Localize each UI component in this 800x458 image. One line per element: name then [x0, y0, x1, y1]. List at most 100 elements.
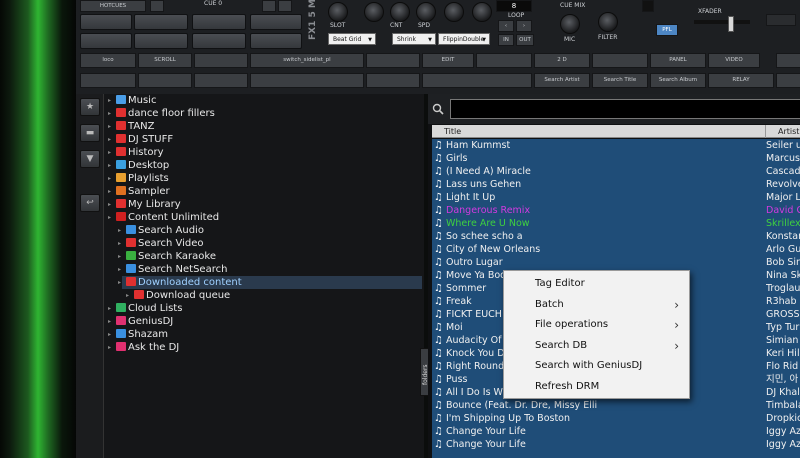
expand-icon[interactable]: ▸: [108, 159, 116, 172]
deck-toggle[interactable]: [642, 0, 654, 12]
sidebar-back-button[interactable]: ↩: [80, 194, 100, 212]
hotcues-toggle[interactable]: [150, 0, 164, 12]
toolbar-button-6[interactable]: EDIT: [422, 53, 474, 68]
tree-node[interactable]: ▸ My Library: [108, 198, 181, 211]
table-row[interactable]: ♫ Bounce (Feat. Dr. Dre, Missy Elli Timbal…: [432, 399, 800, 412]
toolbar-button-11[interactable]: VIDEO: [708, 53, 760, 68]
table-row[interactable]: ♫ Lass uns Gehen Revolve: [432, 178, 800, 191]
tree-node[interactable]: ▸ DJ STUFF: [108, 133, 173, 146]
filter-knob[interactable]: [598, 12, 618, 32]
table-row[interactable]: ♫(I Need A) Miracle Cascada: [432, 165, 800, 178]
spd-knob[interactable]: [416, 2, 436, 22]
table-row[interactable]: ♫ Change Your Life Iggy Az: [432, 438, 800, 451]
table-row[interactable]: ♫ I'm Shipping Up To Boston Dropkic: [432, 412, 800, 425]
toolbar2-button-1[interactable]: [80, 73, 136, 88]
table-row[interactable]: ♫ Outro Lugar Bob Sin: [432, 256, 800, 269]
toolbar-button-12[interactable]: [776, 53, 800, 68]
table-row[interactable]: ♫Dangerous Remix David G: [432, 204, 800, 217]
toolbar2-button-3[interactable]: [194, 73, 248, 88]
toolbar2-button-2[interactable]: [138, 73, 192, 88]
loop-double-button[interactable]: ›: [516, 20, 532, 32]
column-title[interactable]: Title: [432, 125, 766, 138]
sidebar-star-button[interactable]: ★: [80, 98, 100, 116]
pfl-button[interactable]: PFL: [656, 24, 678, 36]
tree-node[interactable]: ▸ GeniusDJ: [108, 315, 173, 328]
tree-node[interactable]: ▸ Music: [108, 94, 156, 107]
pad-6[interactable]: [134, 33, 188, 49]
pad-2[interactable]: [134, 14, 188, 30]
toolbar-button-2[interactable]: SCROLL: [138, 53, 192, 68]
pad-1[interactable]: [80, 14, 132, 30]
pad-8[interactable]: [250, 33, 302, 49]
tree-node[interactable]: ▸ Sampler: [108, 185, 170, 198]
expand-icon[interactable]: ▸: [118, 237, 126, 250]
toolbar2-button-11[interactable]: [776, 73, 800, 88]
toolbar2-button-9[interactable]: Search Album: [650, 73, 706, 88]
menu-item-refresh-drm[interactable]: Refresh DRM: [504, 377, 689, 397]
table-row[interactable]: ♫ Change Your Life Iggy Az: [432, 425, 800, 438]
search-input[interactable]: [450, 99, 800, 119]
table-row[interactable]: ♫ Ham Kummst Seiler u: [432, 139, 800, 152]
tree-node[interactable]: ▸ Cloud Lists: [108, 302, 182, 315]
toolbar2-button-5[interactable]: [366, 73, 420, 88]
expand-icon[interactable]: ▸: [118, 263, 126, 276]
expand-icon[interactable]: ▸: [108, 146, 116, 159]
tree-node[interactable]: ▸ Desktop: [108, 159, 169, 172]
table-row[interactable]: ♫ Light It Up Major L: [432, 191, 800, 204]
column-artist[interactable]: Artist: [766, 125, 800, 138]
menu-item-search-db[interactable]: Search DB ›: [504, 336, 689, 356]
menu-item-batch[interactable]: Batch ›: [504, 295, 689, 315]
menu-item-file-operations[interactable]: File operations ›: [504, 315, 689, 335]
toolbar-button-8[interactable]: 2 D: [534, 53, 590, 68]
toolbar-button-1[interactable]: loco: [80, 53, 136, 68]
tree-node[interactable]: ▸ History: [108, 146, 164, 159]
tree-node[interactable]: ▸ Search Karaoke: [118, 250, 216, 263]
toolbar2-button-8[interactable]: Search Title: [592, 73, 648, 88]
tree-node[interactable]: ▸ dance floor fillers: [108, 107, 215, 120]
loop-out-button[interactable]: OUT: [516, 34, 534, 46]
sidebar-filter-button[interactable]: ▼: [80, 150, 100, 168]
pad-5[interactable]: [80, 33, 132, 49]
expand-icon[interactable]: ▸: [118, 224, 126, 237]
menu-item-tag-editor[interactable]: Tag Editor: [504, 274, 689, 294]
xfader-handle[interactable]: [728, 16, 734, 32]
expand-icon[interactable]: ▸: [108, 94, 116, 107]
toolbar-button-5[interactable]: [366, 53, 420, 68]
table-row[interactable]: ♫ Girls Marcus: [432, 152, 800, 165]
sidebar-monitor-button[interactable]: ▬: [80, 124, 100, 142]
effect-dropdown-1[interactable]: Beat Grid: [328, 33, 376, 46]
toolbar-button-10[interactable]: PANEL: [650, 53, 706, 68]
toolbar-button-7[interactable]: [476, 53, 532, 68]
tree-node[interactable]: ▸ Content Unlimited: [108, 211, 219, 224]
effect-dropdown-3[interactable]: FlippinDouble: [438, 33, 490, 46]
toolbar2-button-4[interactable]: [250, 73, 364, 88]
expand-icon[interactable]: ▸: [126, 289, 134, 302]
hotcues-selector[interactable]: HOTCUES: [80, 0, 146, 12]
expand-icon[interactable]: ▸: [108, 185, 116, 198]
expand-icon[interactable]: ▸: [118, 276, 126, 289]
effect-dropdown-2[interactable]: Shrink: [392, 33, 436, 46]
expand-icon[interactable]: ▸: [108, 302, 116, 315]
cue-prev-button[interactable]: [262, 0, 276, 12]
tree-node[interactable]: ▸ Playlists: [108, 172, 169, 185]
table-row[interactable]: ♫ City of New Orleans Arlo Gu: [432, 243, 800, 256]
expand-icon[interactable]: ▸: [108, 133, 116, 146]
table-row[interactable]: ♫ Where Are U Now Skrillex: [432, 217, 800, 230]
expand-icon[interactable]: ▸: [118, 250, 126, 263]
toolbar-button-4[interactable]: switch_sidelist_pl: [250, 53, 364, 68]
cnt-knob[interactable]: [390, 2, 410, 22]
mic-knob[interactable]: [560, 14, 580, 34]
expand-icon[interactable]: ▸: [108, 315, 116, 328]
pad-4[interactable]: [250, 14, 302, 30]
tree-node[interactable]: ▸ Search Video: [118, 237, 204, 250]
knob-2[interactable]: [364, 2, 384, 22]
expand-icon[interactable]: ▸: [108, 120, 116, 133]
cue-next-button[interactable]: [278, 0, 292, 12]
tree-node[interactable]: ▸ Ask the DJ: [108, 341, 179, 354]
pad-3[interactable]: [192, 14, 246, 30]
toolbar2-button-7[interactable]: Search Artist: [534, 73, 590, 88]
expand-icon[interactable]: ▸: [108, 211, 116, 224]
slot-knob[interactable]: [328, 2, 348, 22]
tree-node[interactable]: ▸ Download queue: [126, 289, 230, 302]
toolbar-button-3[interactable]: [194, 53, 248, 68]
